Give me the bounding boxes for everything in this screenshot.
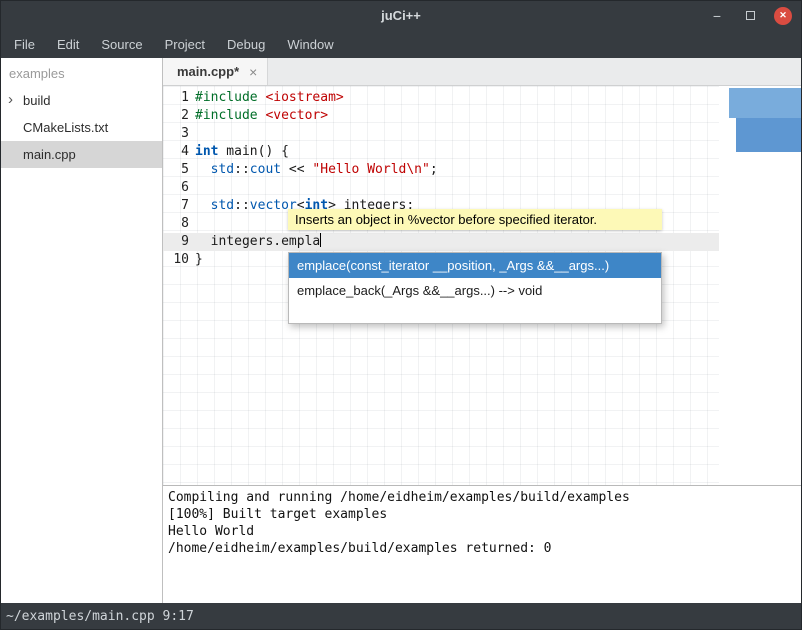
editor-line-6: 6 bbox=[163, 179, 719, 197]
code-text: integers.empla bbox=[195, 233, 321, 251]
output-terminal[interactable]: Compiling and running /home/eidheim/exam… bbox=[163, 485, 801, 603]
menu-item-project[interactable]: Project bbox=[154, 30, 216, 58]
completion-popup: emplace(const_iterator __position, _Args… bbox=[288, 252, 662, 324]
line-number: 5 bbox=[163, 161, 189, 179]
tree-item-cmakelists-txt[interactable]: CMakeLists.txt bbox=[1, 114, 162, 141]
chevron-right-icon: › bbox=[8, 91, 13, 108]
code-text: int main() { bbox=[195, 143, 289, 161]
menu-item-source[interactable]: Source bbox=[90, 30, 153, 58]
line-number: 2 bbox=[163, 107, 189, 125]
close-button[interactable]: ✕ bbox=[774, 7, 792, 25]
tree-item-label: CMakeLists.txt bbox=[23, 120, 108, 135]
tab-label: main.cpp* bbox=[177, 64, 239, 79]
line-number: 8 bbox=[163, 215, 189, 233]
line-number: 6 bbox=[163, 179, 189, 197]
terminal-line: /home/eidheim/examples/build/examples re… bbox=[168, 540, 796, 557]
terminal-line: Hello World bbox=[168, 523, 796, 540]
line-number: 7 bbox=[163, 197, 189, 215]
editor-column: main.cpp* × 1 #include <iostream> 2 #includ… bbox=[163, 58, 801, 603]
app-window: juCi++ − ✕ FileEditSourceProjectDebugWin… bbox=[0, 0, 802, 630]
minimize-icon: − bbox=[713, 8, 721, 24]
tree-item-main-cpp[interactable]: main.cpp bbox=[1, 141, 162, 168]
window-controls: − ✕ bbox=[708, 1, 792, 30]
code-text: std::cout << "Hello World\n"; bbox=[195, 161, 438, 179]
title-bar: juCi++ − ✕ bbox=[1, 1, 801, 30]
menu-bar: FileEditSourceProjectDebugWindow bbox=[1, 30, 801, 58]
scroll-indicator-lower[interactable] bbox=[736, 118, 801, 152]
line-number: 4 bbox=[163, 143, 189, 161]
menu-item-window[interactable]: Window bbox=[276, 30, 344, 58]
tree-item-label: main.cpp bbox=[23, 147, 76, 162]
window-title: juCi++ bbox=[381, 8, 421, 23]
main-content: examples › build CMakeLists.txt main.cpp ma… bbox=[1, 58, 801, 603]
menu-item-debug[interactable]: Debug bbox=[216, 30, 276, 58]
completion-item-1[interactable]: emplace(const_iterator __position, _Args… bbox=[289, 253, 661, 278]
code-text: #include <iostream> bbox=[195, 89, 344, 107]
scroll-indicator-upper[interactable] bbox=[729, 88, 801, 118]
editor-line-4: 4 int main() { bbox=[163, 143, 719, 161]
line-number: 1 bbox=[163, 89, 189, 107]
editor-line-3: 3 bbox=[163, 125, 719, 143]
code-text: } bbox=[195, 251, 203, 269]
line-number: 3 bbox=[163, 125, 189, 143]
completion-item-2[interactable]: emplace_back(_Args &&__args...) --> void bbox=[289, 278, 661, 303]
doc-tooltip: Inserts an object in %vector before spec… bbox=[288, 209, 662, 230]
tab-main-cpp[interactable]: main.cpp* × bbox=[163, 58, 268, 85]
status-bar: ~/examples/main.cpp 9:17 bbox=[1, 603, 801, 629]
terminal-line: [100%] Built target examples bbox=[168, 506, 796, 523]
text-cursor bbox=[320, 233, 321, 247]
tab-close-icon[interactable]: × bbox=[249, 64, 257, 80]
line-number: 9 bbox=[163, 233, 189, 251]
line-number: 10 bbox=[163, 251, 189, 269]
restore-button[interactable] bbox=[741, 7, 759, 25]
tree-item-build[interactable]: › build bbox=[1, 87, 162, 114]
menu-item-file[interactable]: File bbox=[3, 30, 46, 58]
file-list: › build CMakeLists.txt main.cpp bbox=[1, 87, 162, 168]
close-icon: ✕ bbox=[779, 10, 787, 21]
code-text: #include <vector> bbox=[195, 107, 328, 125]
tab-bar: main.cpp* × bbox=[163, 58, 801, 86]
minimize-button[interactable]: − bbox=[708, 7, 726, 25]
editor-line-5: 5 std::cout << "Hello World\n"; bbox=[163, 161, 719, 179]
editor-line-2: 2 #include <vector> bbox=[163, 107, 719, 125]
terminal-line: Compiling and running /home/eidheim/exam… bbox=[168, 489, 796, 506]
restore-window-icon bbox=[746, 11, 755, 20]
editor-line-1: 1 #include <iostream> bbox=[163, 89, 719, 107]
status-file-location: ~/examples/main.cpp 9:17 bbox=[6, 609, 194, 624]
code-editor[interactable]: 1 #include <iostream> 2 #include <vector> 34… bbox=[163, 86, 801, 485]
menu-item-edit[interactable]: Edit bbox=[46, 30, 90, 58]
editor-line-9: 9 integers.empla bbox=[163, 233, 719, 251]
file-explorer: examples › build CMakeLists.txt main.cpp bbox=[1, 58, 163, 603]
project-root-label[interactable]: examples bbox=[1, 60, 162, 87]
tree-item-label: build bbox=[23, 93, 50, 108]
